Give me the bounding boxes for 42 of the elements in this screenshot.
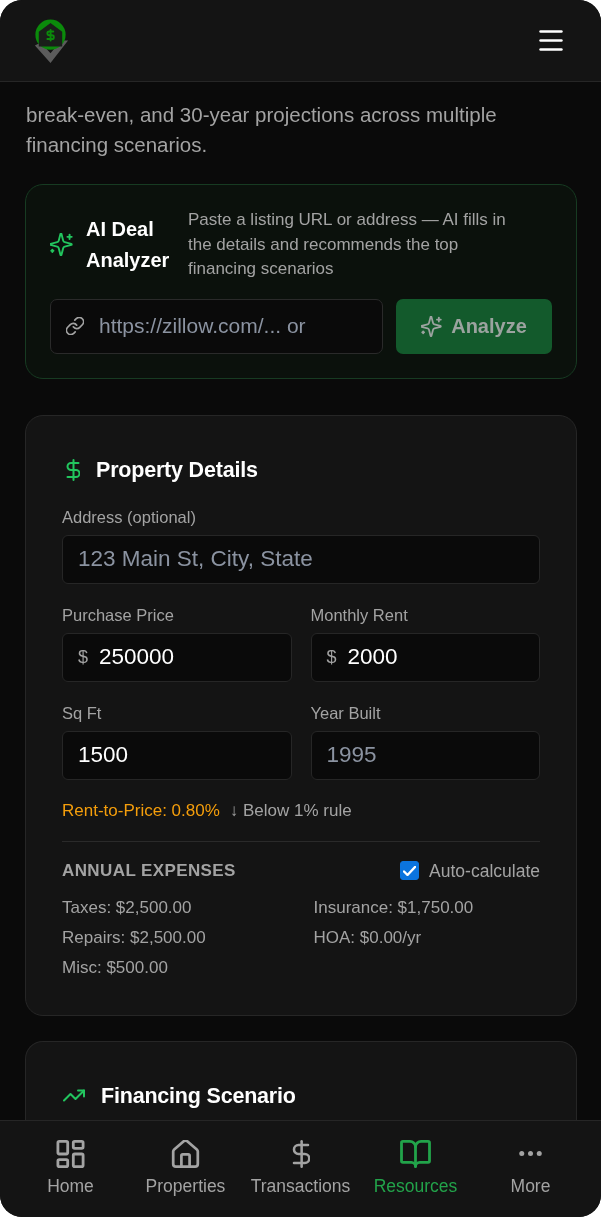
ai-analyzer-title: AI Deal Analyzer: [86, 216, 171, 273]
expense-item: Taxes: $2,500.00: [62, 896, 193, 919]
sparkle-icon: [421, 315, 443, 337]
auto-calculate-label[interactable]: Auto-calculate: [429, 859, 540, 882]
nav-tab[interactable]: Transactions: [243, 1123, 358, 1197]
nav-tab[interactable]: More: [473, 1123, 588, 1197]
currency-symbol: $: [326, 645, 337, 668]
input-field[interactable]: 1500: [62, 730, 292, 780]
house-icon: [170, 1140, 201, 1168]
dashboard-icon: [55, 1140, 86, 1168]
field-label: Sq Ft: [62, 702, 103, 724]
nav-tab[interactable]: Resources: [358, 1123, 473, 1197]
expense-item: Insurance: $1,750.00: [313, 896, 475, 919]
open-book-icon: [400, 1140, 431, 1168]
auto-calculate-checkbox[interactable]: [400, 861, 420, 880]
nav-tab[interactable]: Home: [13, 1123, 128, 1197]
expense-item: HOA: $0.00/yr: [313, 926, 423, 949]
link-icon: [66, 316, 84, 335]
field-label: Address (optional): [62, 506, 197, 528]
dollar-icon: [291, 1140, 310, 1168]
property-details-title: Property Details: [96, 456, 258, 484]
input-field[interactable]: 1995: [310, 730, 540, 780]
menu-icon[interactable]: [539, 30, 563, 51]
rent-to-price-ratio: Rent-to-Price: 0.80%: [62, 799, 220, 822]
intro-text: break-even, and 30-year projections across multiple financing scenarios.: [26, 102, 498, 158]
field-label: Year Built: [310, 702, 382, 724]
input-field[interactable]: 123 Main St, City, State: [62, 534, 540, 584]
checkmark-icon: [403, 865, 417, 876]
sparkle-icon: [50, 233, 73, 257]
dollar-icon: [66, 458, 80, 481]
expense-item: Misc: $500.00: [62, 956, 169, 979]
expense-item: Repairs: $2,500.00: [62, 926, 207, 949]
trending-up-icon: [63, 1089, 85, 1102]
ai-analyzer-description: Paste a listing URL or address — AI fills in the details and recommends the top financing scenarios: [188, 209, 507, 280]
field-label: Monthly Rent: [310, 604, 409, 626]
nav-tab[interactable]: Properties: [128, 1123, 243, 1197]
field-label: Purchase Price: [62, 604, 175, 626]
ratio-rule-note: ↓ Below 1% rule: [229, 799, 352, 822]
url-input-field[interactable]: https://zillow.com/... or: [50, 298, 383, 354]
financing-scenario-title: Financing Scenario: [101, 1082, 296, 1110]
annual-expenses-heading: ANNUAL EXPENSES: [62, 859, 236, 882]
currency-symbol: $: [78, 645, 88, 668]
